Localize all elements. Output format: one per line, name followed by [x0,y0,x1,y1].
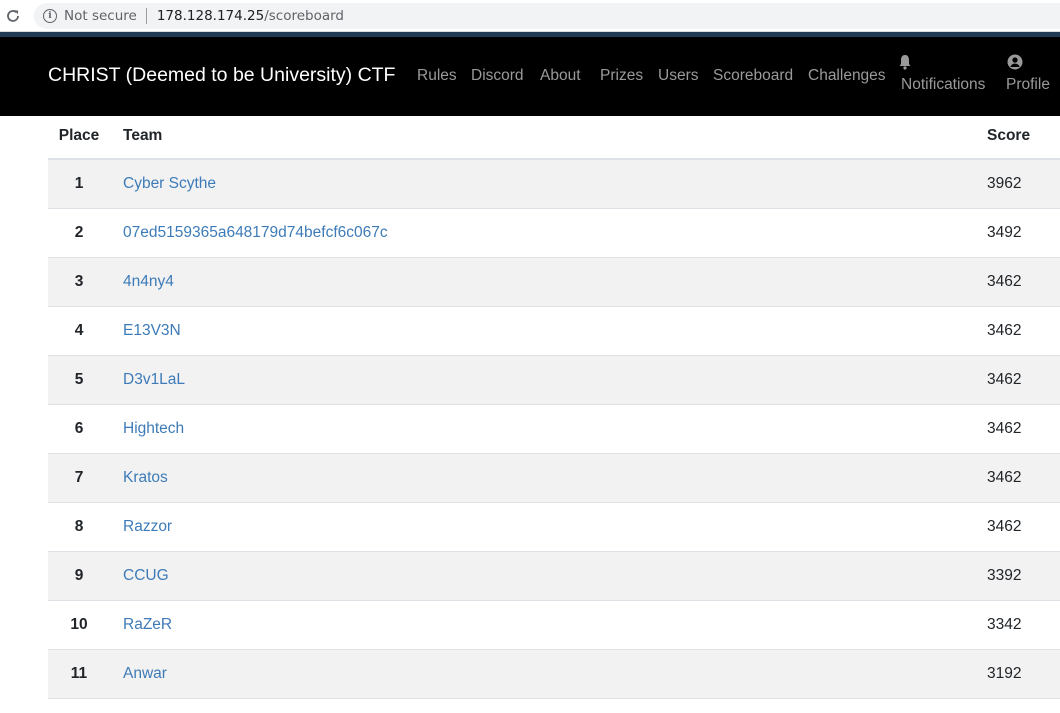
nav-notifications[interactable]: Notifications [899,54,986,94]
table-row: 7 Kratos 3462 [48,454,1060,503]
team-link[interactable]: RaZeR [123,616,172,634]
place-cell: 11 [70,665,88,682]
team-link[interactable]: Razzor [123,518,172,536]
table-row: 9 CCUG 3392 [48,552,1060,601]
bell-icon [899,55,911,70]
header-team: Team [123,127,163,144]
score-cell: 3462 [987,518,1022,535]
team-link[interactable]: Anwar [123,665,167,683]
scoreboard-table: Place Team Score 1 Cyber Scythe 3962 2 0… [48,116,1060,699]
score-cell: 3462 [987,322,1022,339]
score-cell: 3392 [987,567,1022,584]
team-link[interactable]: 07ed5159365a648179d74befcf6c067c [123,224,388,242]
table-row: 4 E13V3N 3462 [48,307,1060,356]
nav-challenges[interactable]: Challenges [808,67,886,85]
place-cell: 5 [74,371,84,388]
nav-notifications-label: Notifications [901,76,986,93]
header-place: Place [58,127,100,144]
table-row: 2 07ed5159365a648179d74befcf6c067c 3492 [48,209,1060,258]
url-path: /scoreboard [264,8,344,24]
team-link[interactable]: Hightech [123,420,184,438]
nav-about[interactable]: About [540,67,581,85]
user-circle-icon [1007,54,1023,70]
team-link[interactable]: Cyber Scythe [123,175,216,193]
reload-icon[interactable] [3,6,23,26]
score-cell: 3462 [987,420,1022,437]
security-label: Not secure [64,8,137,24]
score-cell: 3192 [987,665,1022,682]
place-cell: 10 [70,616,88,633]
table-row: 6 Hightech 3462 [48,405,1060,454]
nav-profile[interactable]: Profile [1006,54,1050,94]
table-row: 5 D3v1LaL 3462 [48,356,1060,405]
address-bar[interactable]: i Not secure 178.128.174.25/scoreboard [34,3,1060,29]
nav-scoreboard[interactable]: Scoreboard [713,67,793,85]
score-cell: 3492 [987,224,1022,241]
site-brand[interactable]: CHRIST (Deemed to be University) CTF [48,64,395,87]
score-cell: 3462 [987,371,1022,388]
table-header: Place Team Score [48,116,1060,160]
place-cell: 2 [74,224,84,241]
score-cell: 3342 [987,616,1022,633]
table-row: 8 Razzor 3462 [48,503,1060,552]
place-cell: 9 [74,567,84,584]
info-icon[interactable]: i [43,9,57,23]
team-link[interactable]: D3v1LaL [123,371,185,389]
nav-discord[interactable]: Discord [471,67,524,85]
place-cell: 8 [74,518,84,535]
table-row: 1 Cyber Scythe 3962 [48,160,1060,209]
header-score: Score [987,127,1031,144]
place-cell: 3 [74,273,84,290]
place-cell: 7 [74,469,84,486]
nav-profile-label: Profile [1006,76,1050,93]
score-cell: 3462 [987,273,1022,290]
team-link[interactable]: E13V3N [123,322,181,340]
place-cell: 1 [74,175,84,192]
place-cell: 4 [74,322,84,339]
nav-users[interactable]: Users [658,67,698,85]
table-row: 11 Anwar 3192 [48,650,1060,699]
table-row: 3 4n4ny4 3462 [48,258,1060,307]
team-link[interactable]: CCUG [123,567,169,585]
nav-rules[interactable]: Rules [417,67,457,85]
omnibox-divider [145,8,147,24]
table-row: 10 RaZeR 3342 [48,601,1060,650]
score-cell: 3962 [987,175,1022,192]
team-link[interactable]: 4n4ny4 [123,273,174,291]
score-cell: 3462 [987,469,1022,486]
site-navbar: CHRIST (Deemed to be University) CTF Rul… [0,37,1060,116]
team-link[interactable]: Kratos [123,469,168,487]
nav-prizes[interactable]: Prizes [600,67,643,85]
url-host: 178.128.174.25 [156,8,265,24]
browser-toolbar: i Not secure 178.128.174.25/scoreboard [0,0,1060,32]
place-cell: 6 [74,420,84,437]
